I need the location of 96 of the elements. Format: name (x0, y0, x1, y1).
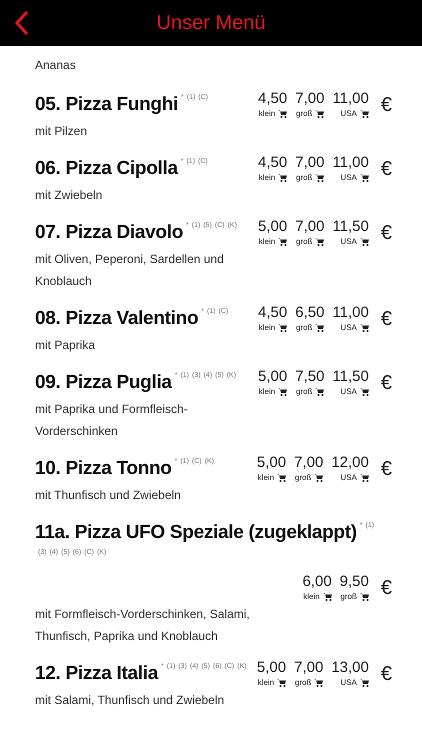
size-label: USA (340, 386, 357, 398)
cart-icon (314, 679, 324, 687)
price: 6,50 (295, 304, 324, 322)
currency-symbol: € (380, 662, 392, 687)
currency-symbol: € (380, 157, 392, 182)
size-label: klein (258, 472, 274, 484)
size-label: groß (296, 172, 312, 184)
item-title: 09. Pizza Puglia (35, 372, 172, 393)
cart-icon (315, 174, 324, 182)
currency-symbol: € (380, 307, 392, 332)
item-description: mit Thunfisch und Zwiebeln (35, 487, 182, 504)
price: 7,00 (294, 659, 324, 677)
item-title: 07. Pizza Diavolo (35, 222, 184, 243)
item-title: 08. Pizza Valentino (35, 308, 198, 329)
price: 7,00 (294, 454, 324, 472)
price: 5,00 (258, 368, 288, 386)
cart-icon (360, 174, 369, 182)
currency-symbol: € (380, 93, 392, 118)
cart-icon (277, 474, 286, 482)
size-label: groß (296, 108, 312, 120)
cart-icon (278, 174, 288, 182)
item-title: 06. Pizza Cipolla (35, 158, 178, 179)
size-label: USA (340, 172, 357, 184)
cart-icon (315, 110, 324, 118)
item-description: mit Paprika und Formfleisch-Vorderschinken (35, 401, 189, 440)
price: 7,00 (295, 218, 324, 236)
price: 5,00 (258, 218, 288, 236)
item-description: mit Paprika (35, 337, 96, 354)
price: 7,00 (295, 90, 324, 108)
price: 11,00 (332, 90, 369, 108)
item-description: mit Oliven, Peperoni, Sardellen und Knoblauch (35, 251, 225, 290)
item-description: mit Salami, Thunfisch und Zwiebeln (35, 692, 226, 709)
price: 4,50 (258, 304, 288, 322)
back-icon (14, 10, 30, 36)
cart-icon (314, 474, 324, 482)
item-title: 10. Pizza Tonno (35, 458, 172, 479)
price: 12,00 (331, 454, 369, 472)
price: 9,50 (340, 573, 369, 591)
size-label: groß (294, 677, 312, 689)
cart-icon (278, 238, 288, 246)
cart-icon (360, 238, 369, 246)
price: 5,00 (256, 659, 286, 677)
cart-icon (360, 324, 369, 332)
price: 11,00 (332, 154, 369, 172)
cart-icon (322, 593, 332, 601)
price: 11,50 (332, 368, 369, 386)
price: 11,00 (332, 304, 369, 322)
item-description: mit Pilzen (35, 123, 88, 140)
size-label: USA (340, 322, 357, 334)
currency-symbol: € (380, 457, 392, 482)
size-label: klein (258, 108, 276, 120)
price: 13,00 (331, 659, 369, 677)
item-title: 11a. Pizza UFO Speziale (zugeklappt) (35, 522, 357, 543)
cart-icon (315, 238, 324, 246)
size-label: klein (258, 322, 276, 334)
size-label: USA (340, 472, 357, 484)
price: 4,50 (258, 90, 288, 108)
currency-symbol: € (380, 576, 392, 601)
cart-icon (360, 593, 369, 601)
cart-icon (360, 110, 369, 118)
cart-icon (278, 110, 288, 118)
item-title: 12. Pizza Italia (35, 663, 158, 684)
price: 7,50 (295, 368, 324, 386)
cart-icon (360, 474, 369, 482)
size-label: USA (340, 236, 357, 248)
size-label: klein (258, 677, 274, 689)
price: 7,00 (295, 154, 324, 172)
size-label: klein (258, 236, 276, 248)
size-label: klein (258, 172, 276, 184)
size-label: USA (340, 108, 357, 120)
item-description: mit Zwiebeln (35, 187, 104, 204)
cart-icon (315, 324, 324, 332)
cart-icon (315, 388, 324, 396)
cart-icon (278, 324, 288, 332)
size-label: groß (294, 472, 312, 484)
size-label: groß (296, 386, 312, 398)
description-text: Ananas (35, 57, 77, 74)
price: 6,00 (302, 573, 332, 591)
size-label: groß (296, 322, 312, 334)
size-label: groß (296, 236, 312, 248)
currency-symbol: € (380, 371, 392, 396)
item-title: 05. Pizza Funghi (35, 94, 178, 115)
size-label: klein (258, 386, 276, 398)
size-label: USA (340, 677, 357, 689)
cart-icon (277, 679, 286, 687)
price: 4,50 (258, 154, 288, 172)
cart-icon (278, 388, 288, 396)
item-description: mit Formfleisch-Vorderschinken, Salami, Thunfisch, Paprika und Knoblauch (35, 606, 251, 645)
cart-icon (360, 388, 369, 396)
currency-symbol: € (380, 221, 392, 246)
header-title: Unser Menü (156, 11, 266, 36)
price: 5,00 (256, 454, 286, 472)
size-label: groß (340, 591, 357, 603)
size-label: klein (303, 591, 320, 603)
cart-icon (360, 679, 369, 687)
price: 11,50 (332, 218, 369, 236)
